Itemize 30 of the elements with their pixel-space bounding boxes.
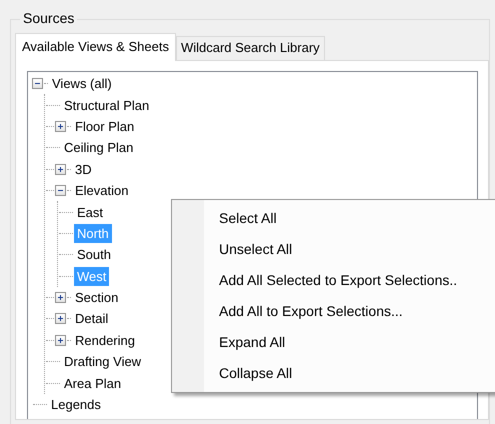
tree-item[interactable]: Area Plan <box>61 374 124 393</box>
tree-item[interactable]: South <box>74 245 114 264</box>
tree-item[interactable]: Floor Plan <box>72 116 138 136</box>
tab[interactable]: Wildcard Search Library <box>176 36 325 60</box>
tree-item[interactable]: Ceiling Plan <box>61 138 136 158</box>
expand-toggle-icon[interactable] <box>55 313 66 324</box>
expand-toggle-icon[interactable] <box>55 164 66 175</box>
tree-item[interactable]: East <box>74 202 106 222</box>
menu-item[interactable]: Expand All <box>172 326 495 357</box>
tree-item[interactable]: Elevation <box>72 181 132 200</box>
tree-item[interactable]: Section <box>72 288 122 308</box>
menu-item[interactable]: Add All Selected to Export Selections.. <box>172 264 495 295</box>
expand-toggle-icon[interactable] <box>55 120 66 132</box>
tree-item[interactable]: Legends <box>48 395 104 414</box>
menu-item[interactable]: Collapse All <box>172 357 495 388</box>
group-title: Sources <box>20 10 78 26</box>
tree-item[interactable]: Views (all) <box>49 74 115 94</box>
menu-item[interactable]: Add All to Export Selections... <box>172 295 495 326</box>
menu-item[interactable]: Select All <box>172 202 495 233</box>
collapse-toggle-icon[interactable] <box>55 185 66 196</box>
expand-toggle-icon[interactable] <box>55 334 66 346</box>
tree-item[interactable]: 3D <box>72 160 95 179</box>
expand-toggle-icon[interactable] <box>55 292 66 304</box>
tab[interactable]: Available Views & Sheets <box>15 33 176 61</box>
collapse-toggle-icon[interactable] <box>32 78 43 90</box>
tree-item[interactable]: Detail <box>72 309 112 328</box>
tree-item[interactable]: Structural Plan <box>61 96 152 115</box>
tree-item[interactable]: Drafting View <box>61 352 144 372</box>
tree-item[interactable]: Rendering <box>72 330 138 350</box>
menu-item[interactable]: Unselect All <box>172 233 495 264</box>
